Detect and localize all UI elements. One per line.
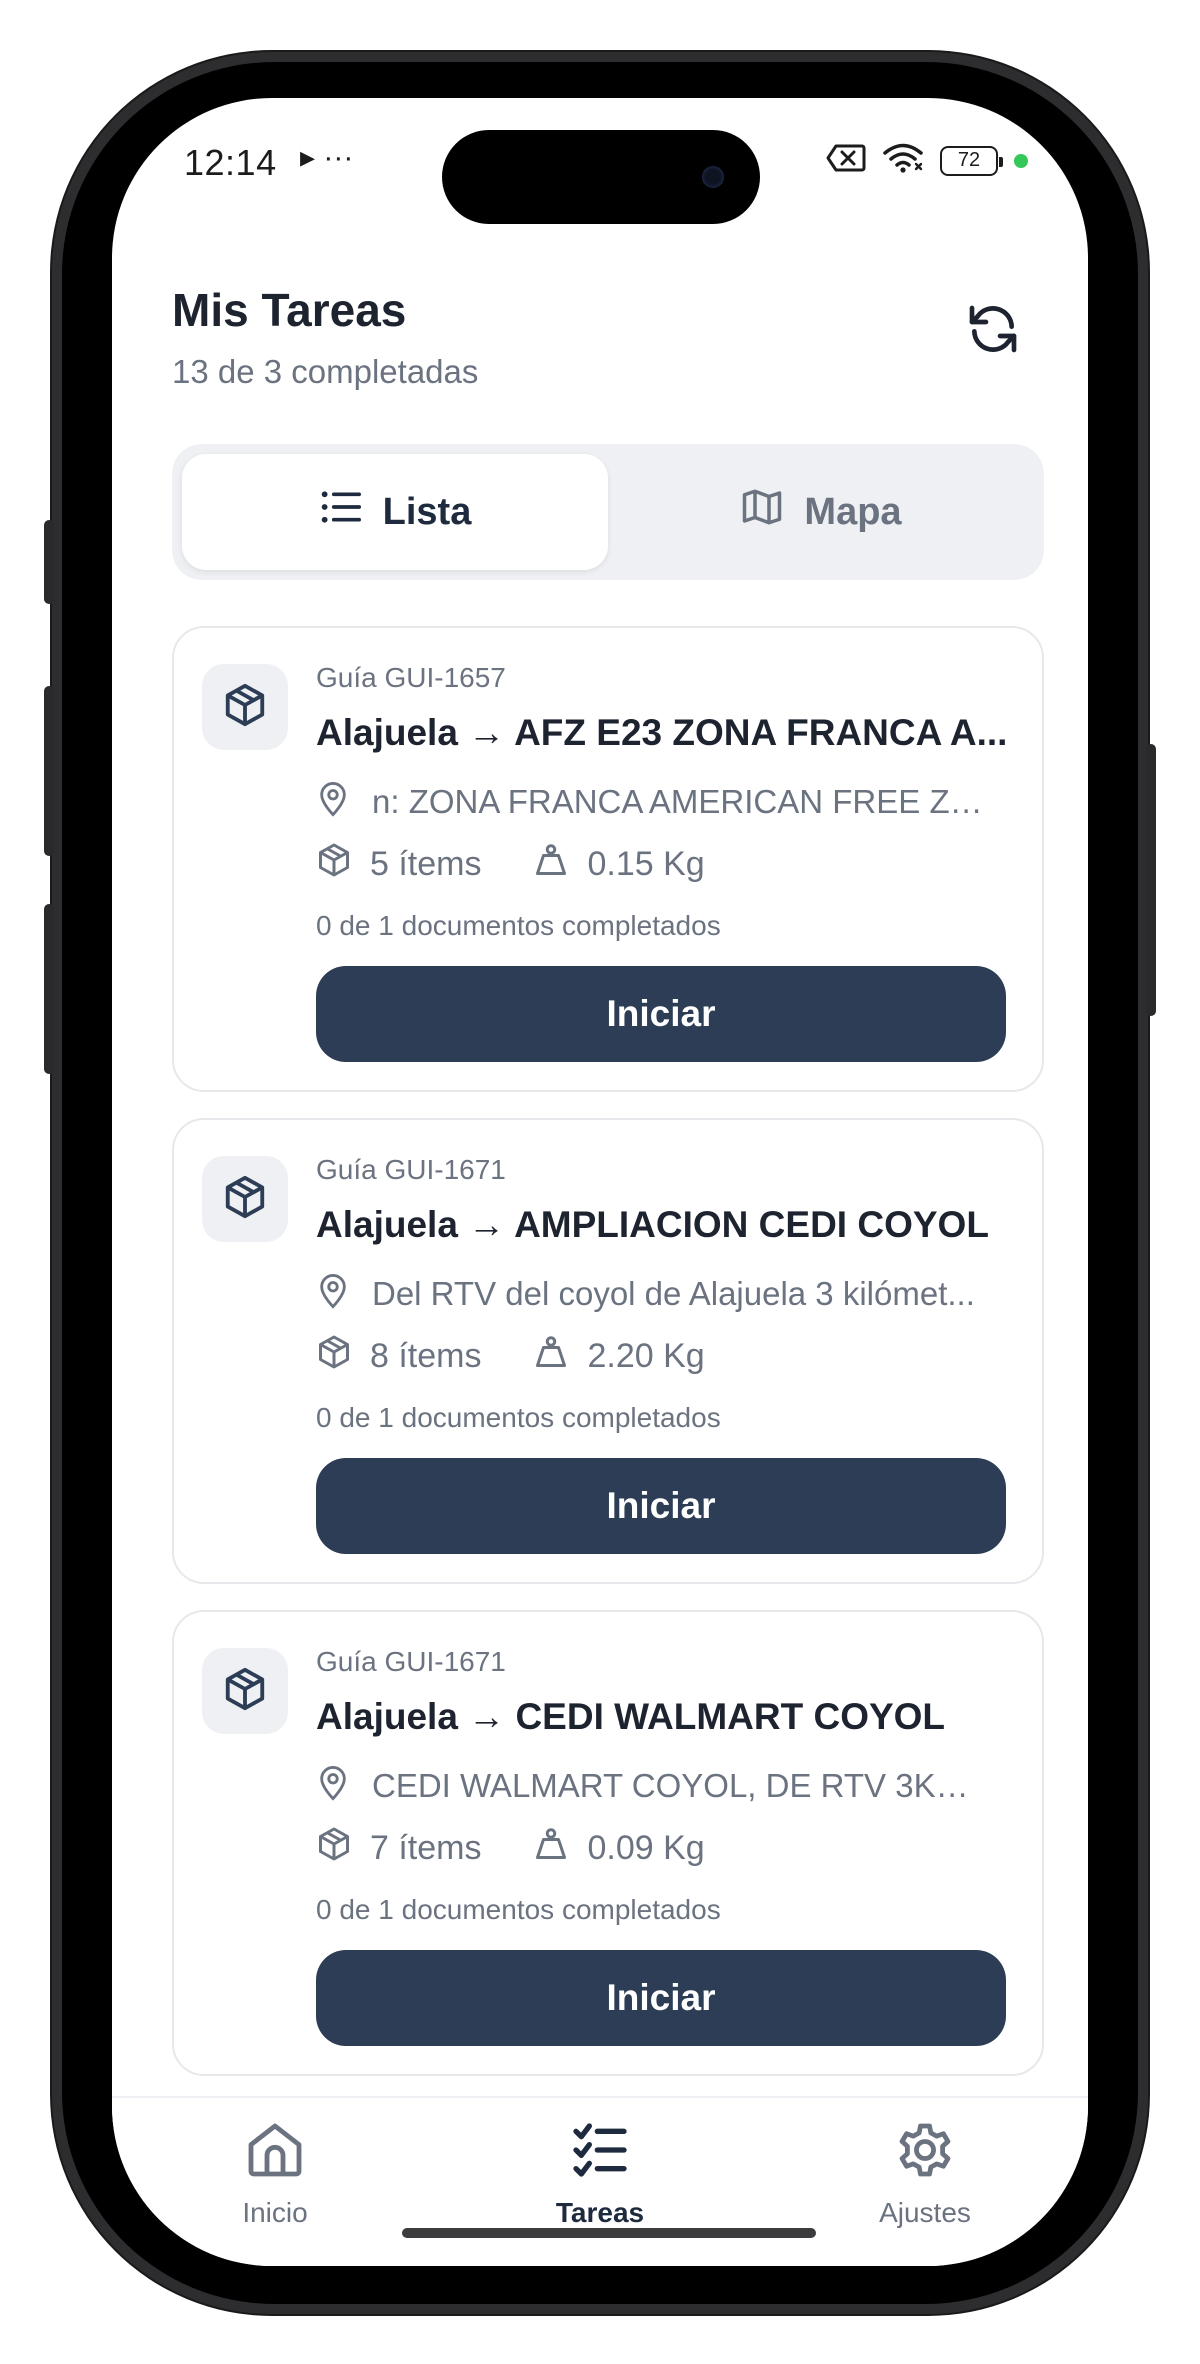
tab-list-label: Lista — [382, 490, 472, 533]
volume-down-button — [44, 904, 54, 1074]
app-screen: 12:14 ▸ ··· 72 Mis Tareas 13 de 3 comple… — [112, 98, 1088, 2266]
privacy-indicator-dot — [1014, 153, 1028, 168]
package-icon — [222, 1174, 268, 1225]
location-pin-icon — [316, 780, 350, 823]
guide-number: Guía GUI-1671 — [316, 1154, 506, 1185]
route-title: Alajuela → AMPLIACION CEDI COYOL — [316, 1204, 989, 1245]
home-indicator[interactable] — [402, 2228, 816, 2238]
item-count: 5 ítems — [370, 845, 482, 883]
shipment-meta: 5 ítems 0.15 Kg — [316, 842, 705, 887]
items-icon — [316, 1334, 352, 1379]
shipment-meta: 8 ítems 2.20 Kg — [316, 1334, 705, 1379]
nav-item-inicio[interactable]: Inicio — [175, 2118, 375, 2229]
task-card[interactable]: Guía GUI-1671 Alajuela → CEDI WALMART CO… — [172, 1610, 1044, 2076]
route-title: Alajuela → CEDI WALMART COYOL — [316, 1696, 946, 1737]
address-row: n: ZONA FRANCA AMERICAN FREE ZO... — [316, 780, 996, 823]
weight-icon — [533, 842, 569, 887]
guide-number: Guía GUI-1671 — [316, 1646, 506, 1677]
address-row: Del RTV del coyol de Alajuela 3 kilómet.… — [316, 1272, 996, 1315]
page-title: Mis Tareas — [172, 284, 407, 336]
package-badge — [202, 1156, 288, 1242]
nav-label: Inicio — [242, 2197, 308, 2228]
documents-progress: 0 de 1 documentos completados — [316, 1402, 721, 1433]
package-badge — [202, 664, 288, 750]
delivery-address: Del RTV del coyol de Alajuela 3 kilómet.… — [372, 1274, 975, 1312]
package-icon — [222, 1666, 268, 1717]
item-count: 8 ítems — [370, 1337, 482, 1375]
item-count: 7 ítems — [370, 1829, 482, 1867]
guide-number: Guía GUI-1657 — [316, 662, 506, 693]
weight-value: 0.09 Kg — [587, 1829, 705, 1867]
start-task-button[interactable]: Iniciar — [316, 966, 1006, 1062]
weight-icon — [533, 1334, 569, 1379]
task-card[interactable]: Guía GUI-1657 Alajuela → AFZ E23 ZONA FR… — [172, 626, 1044, 1092]
view-toggle: Lista Mapa — [172, 444, 1044, 580]
start-task-button[interactable]: Iniciar — [316, 1950, 1006, 2046]
status-notification-icons: ▸ ··· — [300, 141, 354, 174]
status-icons: 72 — [826, 142, 1028, 179]
route-title: Alajuela → AFZ E23 ZONA FRANCA A... — [316, 712, 1008, 753]
documents-progress: 0 de 1 documentos completados — [316, 1894, 721, 1925]
package-badge — [202, 1648, 288, 1734]
task-card[interactable]: Guía GUI-1671 Alajuela → AMPLIACION CEDI… — [172, 1118, 1044, 1584]
front-camera — [702, 166, 724, 188]
map-icon — [740, 486, 784, 538]
bottom-navigation: Inicio Tareas Ajustes — [112, 2096, 1088, 2266]
location-pin-icon — [316, 1272, 350, 1315]
items-icon — [316, 1826, 352, 1871]
home-icon — [243, 2118, 307, 2189]
documents-progress: 0 de 1 documentos completados — [316, 910, 721, 941]
weight-value: 2.20 Kg — [587, 1337, 705, 1375]
nav-label: Tareas — [555, 2197, 645, 2228]
power-button — [1146, 744, 1156, 1016]
address-row: CEDI WALMART COYOL, DE RTV 3KM ... — [316, 1764, 996, 1807]
weight-icon — [533, 1826, 569, 1871]
nav-item-ajustes[interactable]: Ajustes — [825, 2118, 1025, 2229]
completion-summary: 13 de 3 completadas — [172, 353, 479, 390]
items-icon — [316, 842, 352, 887]
tasks-icon — [568, 2118, 632, 2189]
list-icon — [319, 487, 363, 537]
nav-label: Ajustes — [879, 2197, 971, 2228]
status-time: 12:14 — [184, 142, 277, 183]
refresh-icon — [965, 301, 1021, 362]
gear-icon — [893, 2118, 957, 2189]
delivery-address: CEDI WALMART COYOL, DE RTV 3KM ... — [372, 1766, 996, 1804]
tab-list[interactable]: Lista — [182, 454, 608, 570]
volume-up-button — [44, 686, 54, 856]
package-icon — [222, 682, 268, 733]
wifi-icon — [882, 142, 924, 179]
action-button — [44, 520, 54, 604]
no-signal-icon — [826, 143, 866, 178]
tab-map-label: Mapa — [804, 490, 902, 533]
battery-indicator: 72 — [940, 145, 1003, 176]
delivery-address: n: ZONA FRANCA AMERICAN FREE ZO... — [372, 782, 996, 820]
nav-item-tareas[interactable]: Tareas — [500, 2118, 700, 2229]
weight-value: 0.15 Kg — [587, 845, 705, 883]
location-pin-icon — [316, 1764, 350, 1807]
dynamic-island — [442, 130, 760, 224]
refresh-button[interactable] — [958, 296, 1028, 366]
shipment-meta: 7 ítems 0.09 Kg — [316, 1826, 705, 1871]
start-task-button[interactable]: Iniciar — [316, 1458, 1006, 1554]
tab-map[interactable]: Mapa — [608, 454, 1034, 570]
